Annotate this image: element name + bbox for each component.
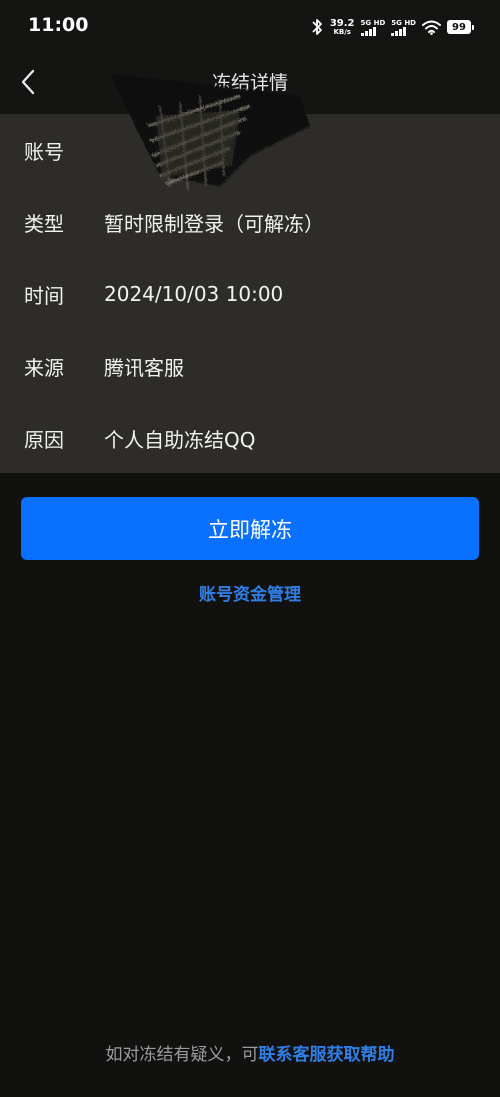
detail-value: 暂时限制登录（可解冻）: [104, 211, 324, 236]
footer-help-text: 如对冻结有疑义，可: [105, 1045, 259, 1065]
sim2-label: 5G HD: [391, 18, 416, 27]
status-icons: 39.2 KB/s 5G HD 5G HD 99: [310, 15, 474, 39]
status-bar: 11:00 39.2 KB/s 5G HD 5G HD 99: [0, 0, 500, 56]
network-speed: 39.2 KB/s: [329, 17, 355, 36]
page-title: 冻结详情: [211, 72, 288, 94]
wifi-icon: [422, 20, 441, 35]
detail-row-source: 来源 腾讯客服: [0, 330, 500, 402]
sim2-signal: 5G HD: [391, 19, 416, 36]
sim1-label: 5G HD: [360, 18, 386, 27]
detail-label: 类型: [24, 211, 64, 236]
detail-row-reason: 原因 个人自助冻结QQ: [0, 402, 500, 474]
signal-bars-icon: [391, 26, 407, 36]
detail-value: 2024/10/03 10:00: [104, 282, 284, 306]
battery-level: 99: [447, 20, 471, 34]
detail-label: 账号: [24, 139, 64, 164]
detail-row-account: 账号: [0, 114, 500, 186]
freeze-details-card: 账号 类型 暂时限制登录（可解冻） 时间 2024/10/03 10:00 来源…: [0, 114, 500, 473]
footer-help: 如对冻结有疑义，可联系客服获取帮助: [0, 1040, 500, 1065]
detail-row-time: 时间 2024/10/03 10:00: [0, 258, 500, 330]
detail-label: 时间: [24, 283, 64, 308]
contact-support-link[interactable]: 联系客服获取帮助: [259, 1045, 395, 1065]
nav-bar: 冻结详情: [0, 56, 500, 114]
status-time: 11:00: [28, 14, 89, 36]
detail-value: 腾讯客服: [104, 355, 184, 380]
account-funds-link[interactable]: 账号资金管理: [0, 580, 500, 605]
signal-bars-icon: [360, 26, 376, 36]
detail-value: 个人自助冻结QQ: [104, 427, 256, 452]
battery-icon: 99: [447, 20, 474, 34]
sim1-signal: 5G HD: [360, 18, 386, 36]
unfreeze-button[interactable]: 立即解冻: [21, 497, 479, 560]
detail-row-type: 类型 暂时限制登录（可解冻）: [0, 186, 500, 258]
detail-label: 原因: [24, 427, 64, 452]
detail-label: 来源: [24, 355, 64, 380]
bluetooth-icon: [312, 19, 322, 35]
network-speed-unit: KB/s: [333, 27, 351, 36]
network-speed-value: 39.2: [329, 17, 355, 29]
